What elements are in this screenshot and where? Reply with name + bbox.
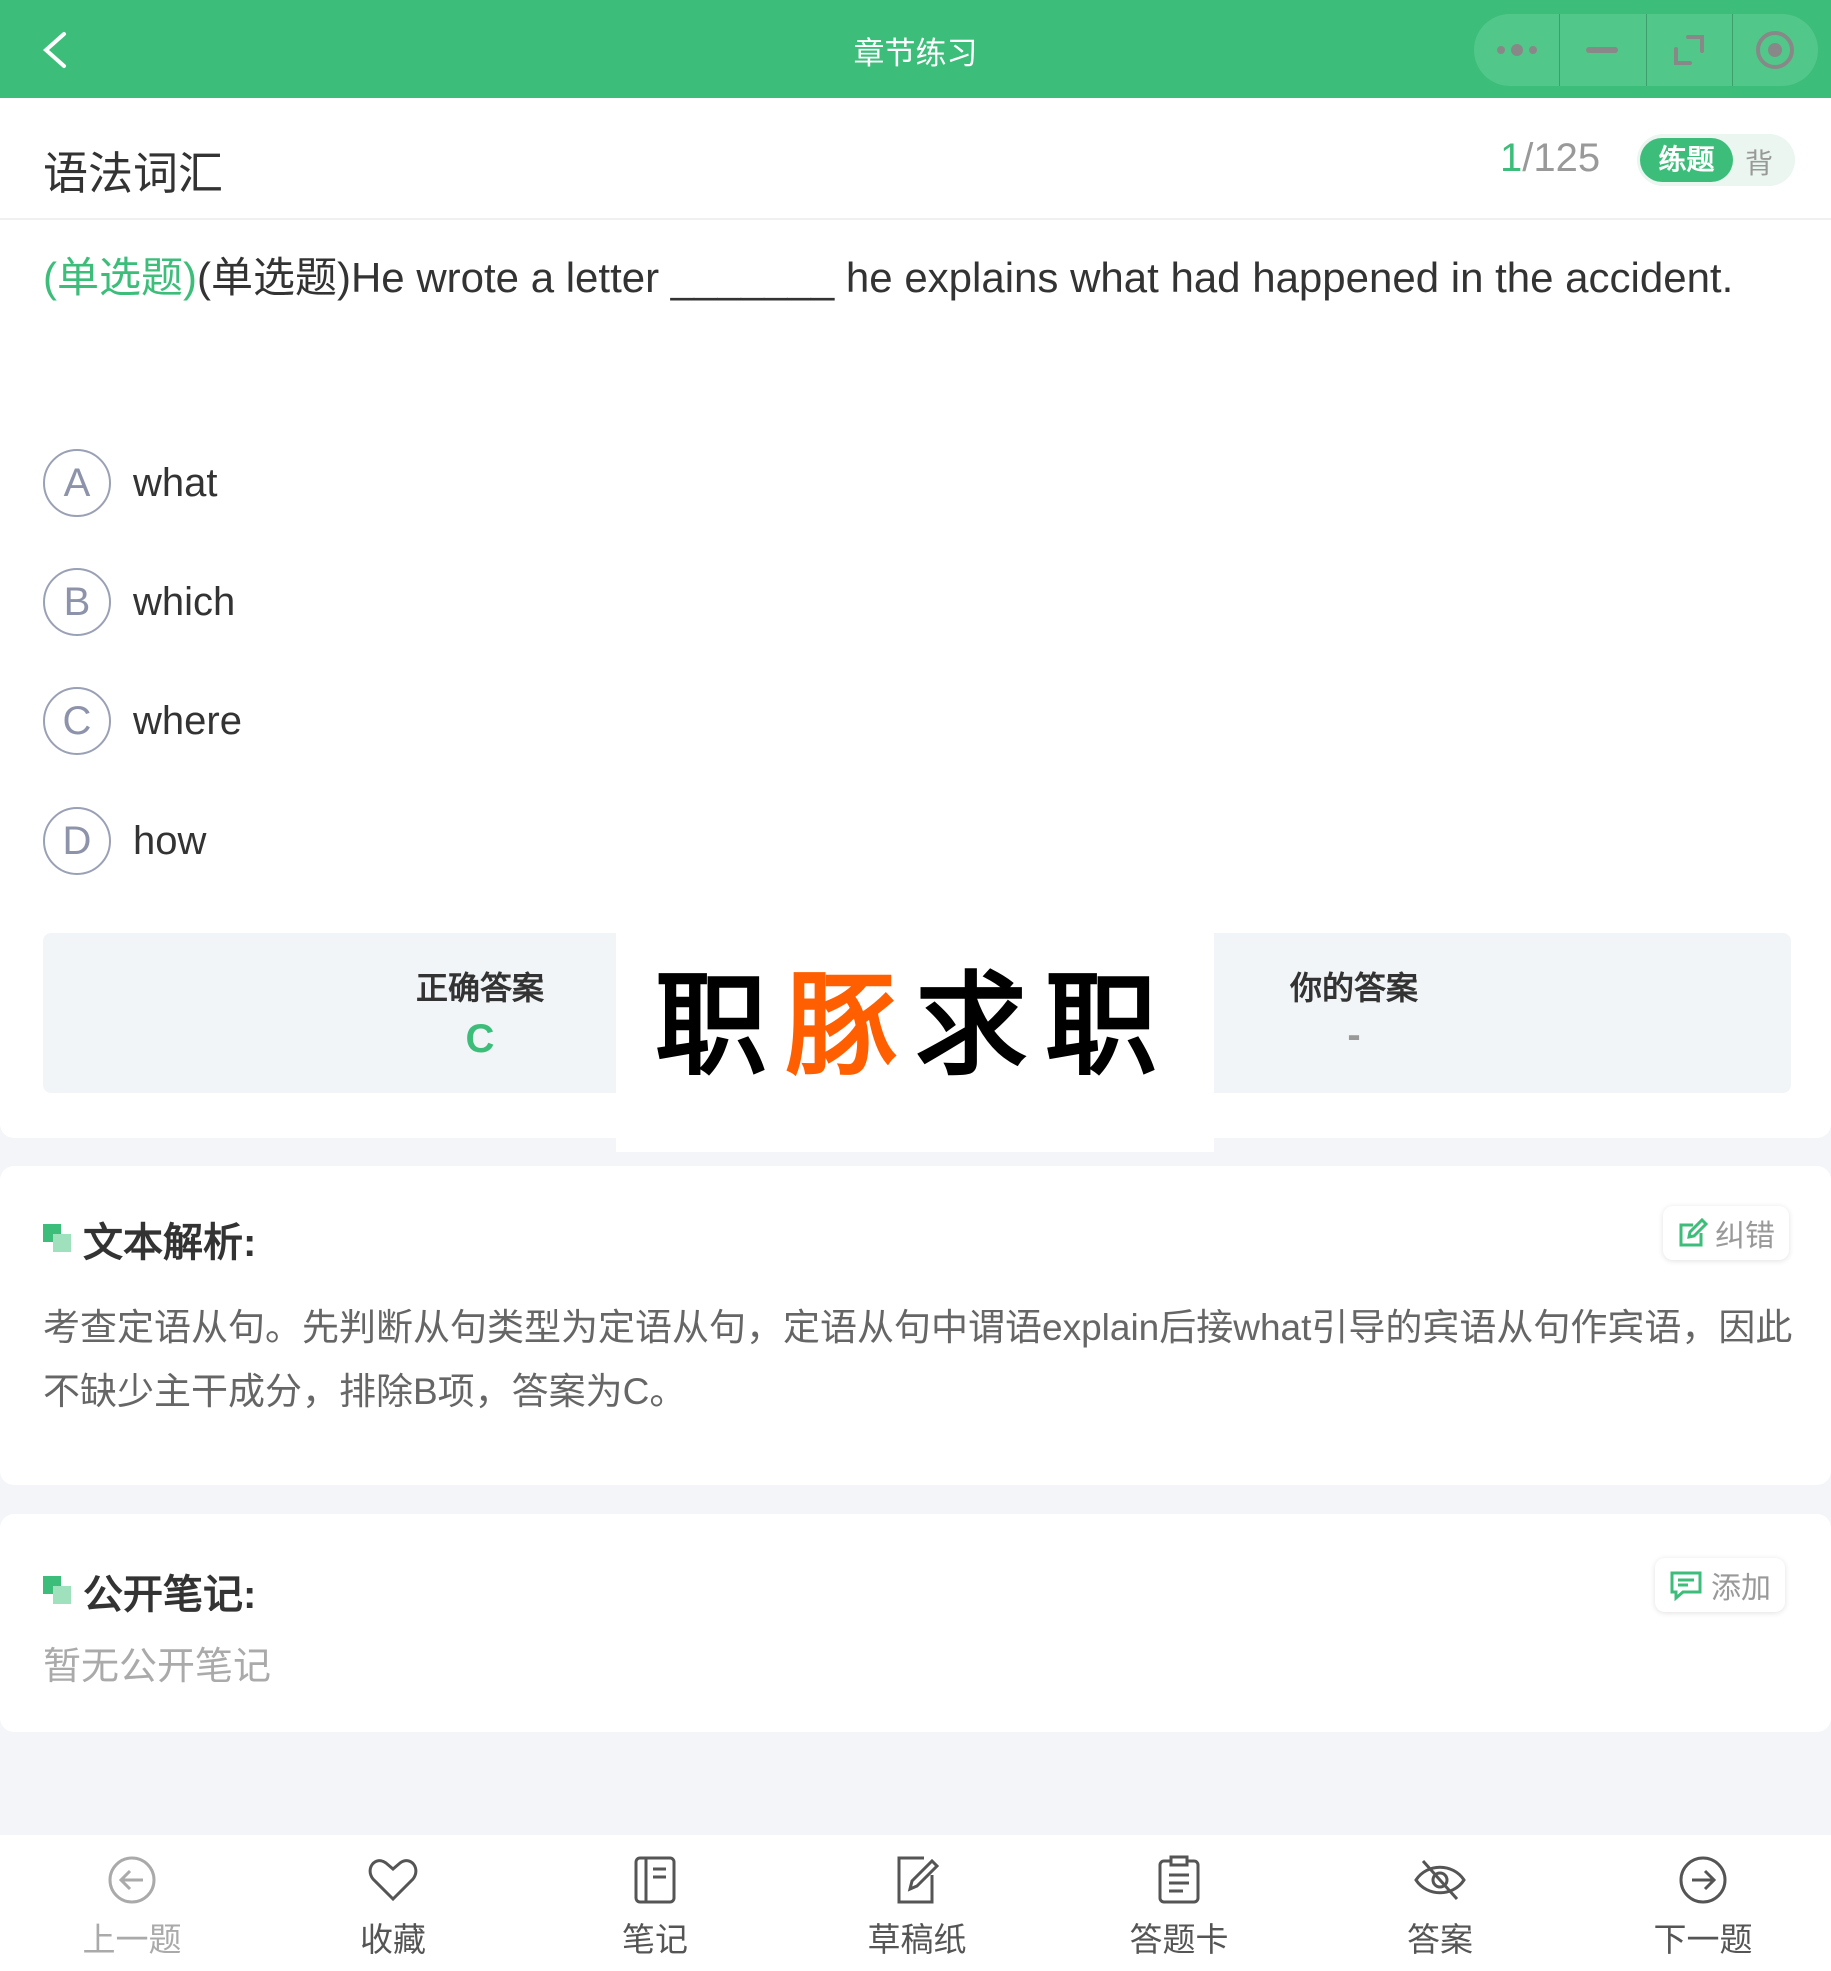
option-a[interactable]: Awhat [43,449,218,517]
eye-off-icon [1414,1859,1466,1901]
option-letter: B [43,568,111,636]
analysis-text: 考查定语从句。先判断从句类型为定语从句，定语从句中谓语explain后接what… [43,1307,1793,1412]
toolbar-label: 笔记 [622,1921,688,1958]
correct-answer-label: 正确答案 [415,970,544,1006]
option-letter: A [43,449,111,517]
mode-practice[interactable]: 练题 [1640,138,1733,182]
notebook-icon [634,1856,676,1904]
heading-marker-icon [43,1576,73,1606]
question-stem: (单选题)He wrote a letter _______ he explai… [196,254,1734,301]
arrow-right-circle-icon [1679,1856,1727,1904]
analysis-heading: 文本解析: [43,1210,256,1268]
toolbar-label: 收藏 [360,1921,426,1958]
answer-sheet-button[interactable]: 答题卡 [1079,1835,1279,1971]
option-text: which [133,579,236,624]
arrow-left-circle-icon [108,1856,156,1904]
option-letter: D [43,807,111,875]
toolbar-label: 答题卡 [1129,1921,1229,1958]
button-label: 添加 [1711,1572,1771,1605]
mini-program-capsule [1474,14,1818,86]
edit-icon [1679,1217,1709,1247]
question-counter: 1/125 [1500,136,1600,181]
correct-answer-value: C [465,1017,495,1061]
question-text: (单选题)(单选题)He wrote a letter _______ he e… [43,238,1783,318]
next-question-button[interactable]: 下一题 [1603,1835,1803,1971]
clipboard-icon [1158,1855,1200,1904]
option-d[interactable]: Dhow [43,807,206,875]
current-index: 1 [1500,136,1523,180]
expand-icon[interactable] [1647,14,1733,86]
report-error-button[interactable]: 纠错 [1663,1206,1789,1260]
heading-text: 公开笔记: [83,1573,257,1617]
more-icon[interactable] [1474,14,1561,86]
scratch-paper-button[interactable]: 草稿纸 [817,1835,1017,1971]
your-answer-value: - [1347,1013,1361,1057]
notes-card: 公开笔记: 添加 [0,1514,1831,1732]
option-text: what [133,460,218,505]
mode-recite[interactable]: 背 [1745,142,1773,182]
notes-button[interactable]: 笔记 [555,1835,755,1971]
option-b[interactable]: Bwhich [43,568,235,636]
watermark-logo: 职豚求职 [616,907,1214,1152]
total-count: /125 [1522,136,1601,180]
record-icon[interactable] [1733,14,1818,86]
draft-icon [897,1856,940,1904]
toolbar-label: 答案 [1407,1921,1473,1958]
toolbar-label: 上一题 [82,1921,182,1958]
toolbar-label: 草稿纸 [867,1921,967,1958]
favorite-button[interactable]: 收藏 [293,1835,493,1971]
question-type-tag: (单选题) [43,254,197,301]
show-answer-button[interactable]: 答案 [1340,1835,1540,1971]
heading-marker-icon [43,1224,73,1254]
add-note-button[interactable]: 添加 [1655,1558,1785,1612]
minimize-icon[interactable] [1560,14,1647,86]
heading-text: 文本解析: [83,1221,257,1265]
section-title: 语法词汇 [43,148,224,199]
heart-icon [368,1859,418,1902]
title-bar: 章节练习 [0,0,1831,98]
notes-heading: 公开笔记: [43,1562,256,1620]
comment-icon [1670,1571,1702,1601]
option-text: where [133,698,242,743]
your-answer-label: 你的答案 [1289,970,1418,1006]
button-label: 纠错 [1715,1220,1775,1253]
bottom-toolbar: 上一题 收藏 笔记 草稿纸 答题卡 答案 下一题 [0,1835,1831,1971]
option-letter: C [43,687,111,755]
option-text: how [133,818,207,863]
option-c[interactable]: Cwhere [43,687,242,755]
prev-question-button[interactable]: 上一题 [32,1835,232,1971]
toolbar-label: 下一题 [1653,1921,1753,1958]
notes-empty-text: 暂无公开笔记 [43,1646,272,1688]
mode-toggle[interactable]: 练题 背 [1637,134,1795,186]
